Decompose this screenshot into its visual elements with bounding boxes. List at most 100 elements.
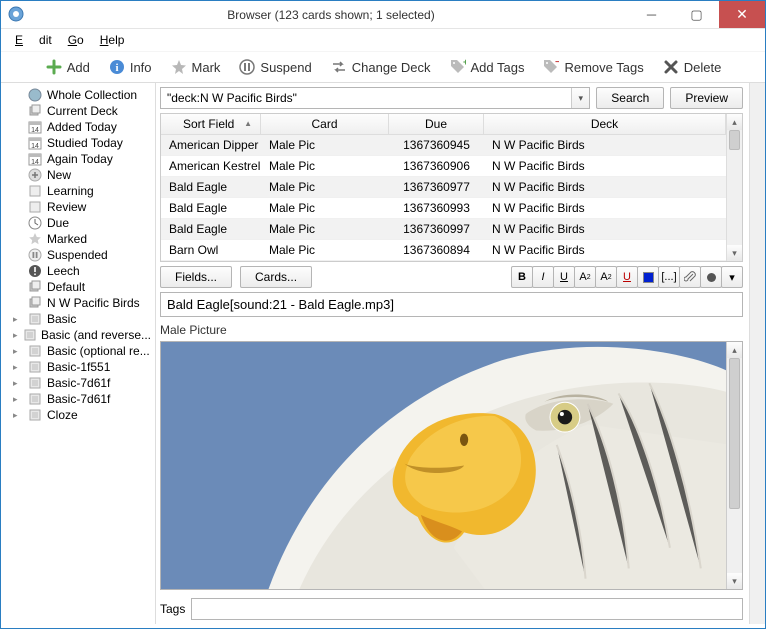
more-button[interactable]: ▾ bbox=[721, 266, 743, 288]
table-row[interactable]: American KestrelMale Pic1367360906N W Pa… bbox=[161, 156, 726, 177]
table-row[interactable]: Barn OwlMale Pic1367360894N W Pacific Bi… bbox=[161, 240, 726, 261]
sidebar-item[interactable]: Review bbox=[3, 199, 153, 215]
sidebar-item-label: N W Pacific Birds bbox=[47, 296, 140, 310]
cards-button[interactable]: Cards... bbox=[240, 266, 312, 288]
menu-go[interactable]: Go bbox=[60, 31, 92, 49]
col-sort-field[interactable]: Sort Field▲ bbox=[161, 114, 261, 134]
sidebar-item[interactable]: 14Studied Today bbox=[3, 135, 153, 151]
sidebar-item-label: New bbox=[47, 168, 71, 182]
cell-card: Male Pic bbox=[261, 135, 389, 155]
tree-toggle-icon[interactable]: ▸ bbox=[13, 362, 23, 373]
menu-edit[interactable]: Edit bbox=[7, 31, 60, 49]
tag-plus-icon: + bbox=[449, 58, 467, 76]
cell-deck: N W Pacific Birds bbox=[484, 156, 726, 176]
table-row[interactable]: Bald EagleMale Pic1367360977N W Pacific … bbox=[161, 177, 726, 198]
tree-toggle-icon[interactable]: ▸ bbox=[13, 394, 23, 405]
sidebar-item[interactable]: Current Deck bbox=[3, 103, 153, 119]
delete-button[interactable]: Delete bbox=[662, 58, 722, 76]
mark-button[interactable]: Mark bbox=[170, 58, 221, 76]
cell-sort-field: Bald Eagle bbox=[161, 219, 261, 239]
change-deck-button[interactable]: Change Deck bbox=[330, 58, 431, 76]
sidebar-item[interactable]: 14 Added Today bbox=[3, 119, 153, 135]
cell-due: 1367360894 bbox=[389, 240, 484, 260]
sidebar-item-label: Added Today bbox=[47, 120, 117, 134]
remove-tags-button[interactable]: −Remove Tags bbox=[542, 58, 643, 76]
sidebar-item-label: Basic bbox=[47, 312, 76, 326]
sidebar-item[interactable]: Due bbox=[3, 215, 153, 231]
search-combo[interactable]: ▾ bbox=[160, 87, 590, 109]
sidebar-item-label: Current Deck bbox=[47, 104, 118, 118]
sidebar-item[interactable]: Default bbox=[3, 279, 153, 295]
clock-icon bbox=[27, 216, 43, 230]
table-row[interactable]: American DipperMale Pic1367360945N W Pac… bbox=[161, 135, 726, 156]
tree-toggle-icon[interactable]: ▸ bbox=[13, 346, 23, 357]
scroll-up-icon[interactable]: ▴ bbox=[727, 114, 742, 130]
table-row[interactable]: Bald EagleMale Pic1367360993N W Pacific … bbox=[161, 198, 726, 219]
cloze-button[interactable]: [...] bbox=[658, 266, 680, 288]
italic-button[interactable]: I bbox=[532, 266, 554, 288]
subscript-button[interactable]: A2 bbox=[595, 266, 617, 288]
record-button[interactable] bbox=[700, 266, 722, 288]
sidebar-item[interactable]: ▸Basic-1f551 bbox=[3, 359, 153, 375]
menu-help[interactable]: Help bbox=[92, 31, 133, 49]
card-table[interactable]: Sort Field▲ Card Due Deck American Dippe… bbox=[160, 113, 743, 262]
add-tags-button[interactable]: +Add Tags bbox=[449, 58, 525, 76]
fields-button[interactable]: Fields... bbox=[160, 266, 232, 288]
table-header[interactable]: Sort Field▲ Card Due Deck bbox=[161, 114, 726, 135]
maximize-button[interactable]: ▢ bbox=[674, 1, 719, 28]
underline-button[interactable]: U bbox=[553, 266, 575, 288]
sidebar-item[interactable]: Leech bbox=[3, 263, 153, 279]
sidebar-item[interactable]: ▸Basic (and reverse... bbox=[3, 327, 153, 343]
info-button[interactable]: iInfo bbox=[108, 58, 152, 76]
suspend-button[interactable]: Suspend bbox=[238, 58, 311, 76]
close-button[interactable]: ✕ bbox=[719, 1, 765, 28]
note-icon bbox=[27, 360, 43, 374]
sidebar-item[interactable]: Whole Collection bbox=[3, 87, 153, 103]
sidebar[interactable]: Whole CollectionCurrent Deck 14 Added Toda… bbox=[1, 83, 156, 624]
text-color-button[interactable] bbox=[637, 266, 659, 288]
search-button[interactable]: Search bbox=[596, 87, 664, 109]
clear-format-button[interactable]: U bbox=[616, 266, 638, 288]
bold-button[interactable]: B bbox=[511, 266, 533, 288]
tag-minus-icon: − bbox=[542, 58, 560, 76]
col-due[interactable]: Due bbox=[389, 114, 484, 134]
globe-icon bbox=[27, 88, 43, 102]
tree-toggle-icon[interactable]: ▸ bbox=[13, 410, 23, 421]
sidebar-item[interactable]: Suspended bbox=[3, 247, 153, 263]
add-button[interactable]: Add bbox=[45, 58, 90, 76]
superscript-button[interactable]: A2 bbox=[574, 266, 596, 288]
sidebar-item[interactable]: Learning bbox=[3, 183, 153, 199]
scroll-down-icon[interactable]: ▾ bbox=[727, 245, 742, 261]
search-input[interactable] bbox=[161, 88, 571, 108]
minimize-button[interactable]: ─ bbox=[629, 1, 674, 28]
note-icon bbox=[27, 376, 43, 390]
scroll-thumb[interactable] bbox=[729, 130, 740, 150]
sidebar-item[interactable]: New bbox=[3, 167, 153, 183]
sidebar-item[interactable]: ▸Basic-7d61f bbox=[3, 391, 153, 407]
search-dropdown[interactable]: ▾ bbox=[571, 88, 589, 108]
image-scrollbar[interactable]: ▴ ▾ bbox=[726, 342, 742, 589]
sidebar-item[interactable]: ▸Basic (optional re... bbox=[3, 343, 153, 359]
tags-input[interactable] bbox=[191, 598, 743, 620]
sidebar-item[interactable]: ▸Basic-7d61f bbox=[3, 375, 153, 391]
col-card[interactable]: Card bbox=[261, 114, 389, 134]
cal14-icon: 14 bbox=[27, 120, 43, 134]
picture-field[interactable]: ▴ ▾ bbox=[160, 341, 743, 590]
sidebar-item[interactable]: Marked bbox=[3, 231, 153, 247]
col-deck[interactable]: Deck bbox=[484, 114, 726, 134]
front-field[interactable]: Bald Eagle[sound:21 - Bald Eagle.mp3] bbox=[160, 292, 743, 317]
preview-button[interactable]: Preview bbox=[670, 87, 743, 109]
sidebar-item[interactable]: ▸ Basic bbox=[3, 311, 153, 327]
sidebar-item[interactable]: 14Again Today bbox=[3, 151, 153, 167]
sidebar-item-label: Cloze bbox=[47, 408, 78, 422]
tree-toggle-icon[interactable]: ▸ bbox=[13, 314, 23, 325]
content-scrollbar[interactable] bbox=[749, 83, 765, 624]
attach-button[interactable] bbox=[679, 266, 701, 288]
tree-toggle-icon[interactable]: ▸ bbox=[13, 378, 23, 389]
table-row[interactable]: Bald EagleMale Pic1367360997N W Pacific … bbox=[161, 219, 726, 240]
svg-text:14: 14 bbox=[31, 127, 39, 134]
tree-toggle-icon[interactable]: ▸ bbox=[13, 330, 19, 341]
sidebar-item[interactable]: N W Pacific Birds bbox=[3, 295, 153, 311]
table-scrollbar[interactable]: ▴ ▾ bbox=[726, 114, 742, 261]
sidebar-item[interactable]: ▸ Cloze bbox=[3, 407, 153, 423]
